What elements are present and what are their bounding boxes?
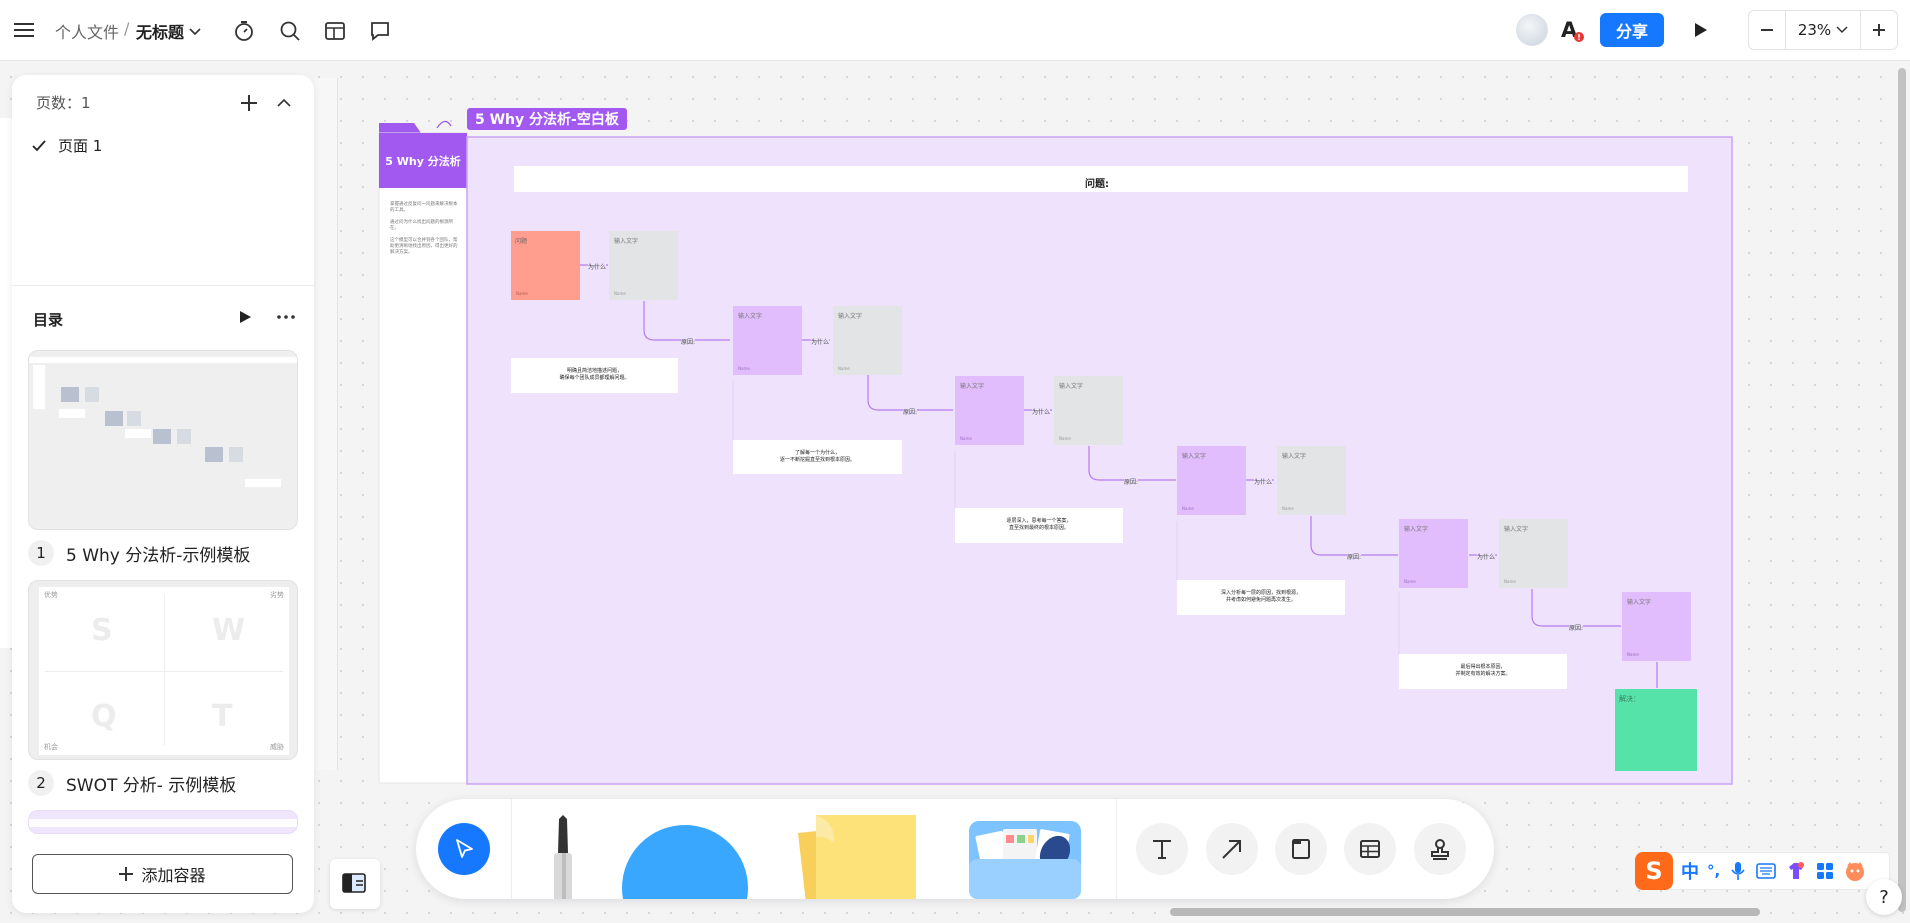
input-label: 输入文字 — [614, 238, 639, 245]
horizontal-scrollbar[interactable] — [1170, 908, 1760, 916]
toolbar-divider — [1116, 799, 1117, 899]
input-label: 输入文字 — [1404, 526, 1429, 533]
small-label: Name — [1404, 579, 1416, 584]
small-label: Name — [1059, 436, 1071, 441]
toolbar-divider — [511, 799, 512, 899]
because-label: 原因: — [1347, 552, 1362, 561]
side-description: 掌握通过反复问一问题来解决根本的工具。 通过问为什么找出问题的根源所在。 这个模… — [390, 202, 460, 256]
because-label: 原因: — [1569, 623, 1584, 632]
mascot-icon[interactable] — [1844, 860, 1866, 882]
pointer-icon[interactable] — [438, 823, 490, 875]
sogou-logo-icon[interactable]: S — [1635, 852, 1673, 890]
ime-language[interactable]: 中 — [1681, 858, 1699, 884]
small-label: Name — [516, 291, 528, 296]
input-label: 输入文字 — [1504, 526, 1529, 533]
input-label: 输入文字 — [738, 313, 763, 320]
because-label: 原因: — [1124, 477, 1139, 486]
input-label: 输入文字 — [1059, 383, 1084, 390]
small-label: Name — [1627, 652, 1639, 657]
input-label: 输入文字 — [960, 383, 985, 390]
problem-note-label: 问题 — [515, 238, 528, 245]
help-icon[interactable]: ? — [1866, 879, 1902, 915]
vertical-scrollbar[interactable] — [1898, 68, 1906, 912]
problem-label: 问题: — [1085, 179, 1109, 190]
keyboard-icon[interactable] — [1756, 863, 1777, 879]
sticky-note-icon[interactable] — [776, 813, 936, 899]
handle-icon — [436, 120, 452, 129]
table-icon[interactable] — [1344, 823, 1396, 875]
why-label: 为什么 — [1254, 477, 1273, 486]
why-label: 为什么 — [1477, 552, 1496, 561]
note-text: 深入分析每一层的原因，找到根源， 并考虑如何避免问题再次发生。 — [1220, 590, 1301, 603]
solution-label: 解决： — [1619, 695, 1640, 703]
input-label: 输入文字 — [838, 313, 863, 320]
template-library-icon[interactable] — [961, 819, 1086, 899]
arrow-icon[interactable] — [1206, 823, 1258, 875]
input-label: 输入文字 — [1282, 453, 1307, 460]
why-label: 为什么 — [1032, 407, 1051, 416]
skin-icon[interactable] — [1786, 861, 1806, 881]
ime-punctuation[interactable]: °, — [1707, 862, 1720, 880]
text-icon[interactable] — [1136, 823, 1188, 875]
side-paragraph: 这个模型可以合并到各个团队，帮助更清晰地找出原因，得出更好的解决方案。 — [390, 238, 458, 255]
ime-toolbar: S 中 °, — [1635, 852, 1890, 890]
because-label: 原因: — [903, 407, 918, 416]
input-label: 输入文字 — [1182, 453, 1207, 460]
side-title: 5 Why 分法析 — [385, 155, 461, 168]
note-text: 逐层深入，思考每一个答案， 直至找到最终的根本原因。 — [1006, 518, 1072, 531]
small-label: Name — [1282, 506, 1294, 511]
stamp-icon[interactable] — [1414, 823, 1466, 875]
whiteboard-canvas[interactable] — [0, 0, 1910, 923]
folder-tab-icon — [379, 123, 421, 133]
grid-menu-icon[interactable] — [1816, 862, 1834, 880]
note-text: 明确且简洁地描述问题， 确保每个团队成员都理解问题。 — [559, 368, 630, 381]
toggle-panel-button[interactable] — [330, 859, 380, 909]
side-paragraph: 通过问为什么找出问题的根源所在。 — [390, 220, 453, 231]
small-label: Name — [738, 366, 750, 371]
bottom-toolbar — [416, 799, 1494, 899]
why-label: 为什么 — [811, 337, 830, 346]
small-label: Name — [1504, 579, 1516, 584]
shape-tool-icon[interactable] — [622, 825, 748, 899]
input-label: 输入文字 — [1627, 599, 1652, 606]
small-label: Name — [1182, 506, 1194, 511]
why-label: 为什么 — [588, 262, 607, 271]
microphone-icon[interactable] — [1730, 861, 1746, 881]
frame-icon[interactable] — [1275, 823, 1327, 875]
pen-tool-icon[interactable] — [536, 813, 596, 899]
small-label: Name — [960, 436, 972, 441]
small-label: Name — [614, 291, 626, 296]
because-label: 原因: — [681, 337, 696, 346]
panel-toggle-icon — [342, 873, 366, 893]
side-paragraph: 掌握通过反复问一问题来解决根本的工具。 — [390, 202, 458, 213]
note-text: 了解每一个为什么， 逐一不断挖掘直至找到根本原因。 — [779, 450, 855, 463]
small-label: Name — [838, 366, 850, 371]
note-text: 最后得出根本原因， 并制定有效的解决方案。 — [1455, 664, 1511, 677]
